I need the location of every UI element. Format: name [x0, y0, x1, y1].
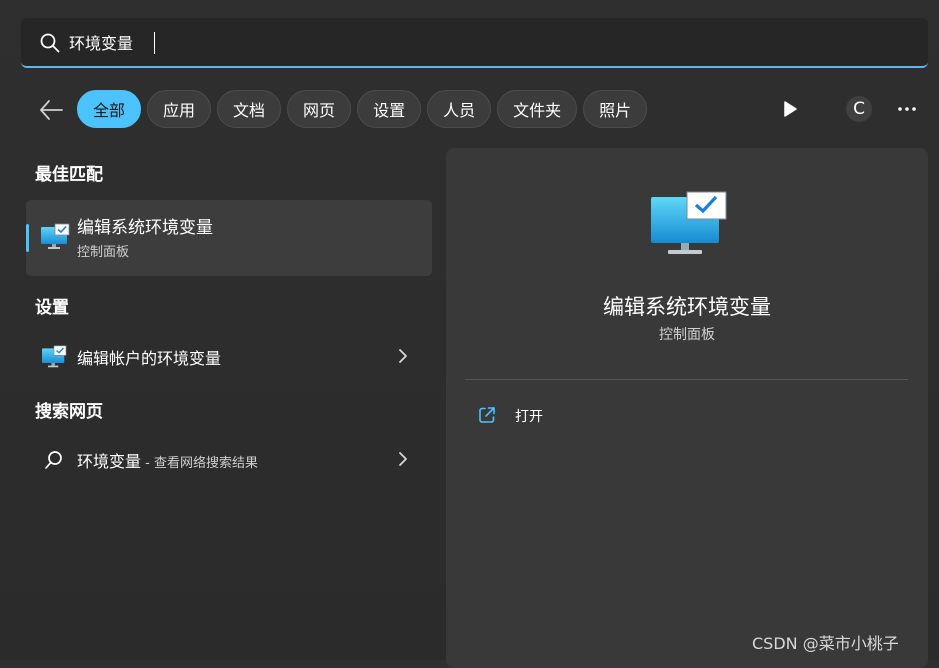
tab-all[interactable]: 全部 — [77, 90, 142, 128]
web-search-suffix: - 查看网络搜索结果 — [141, 456, 258, 471]
tab-apps[interactable]: 应用 — [147, 90, 212, 128]
detail-subtitle: 控制面板 — [659, 327, 715, 343]
best-match-title: 编辑系统环境变量 — [77, 218, 213, 238]
section-best-match: 最佳匹配 — [35, 165, 103, 185]
watermark: CSDN @菜市小桃子 — [752, 634, 899, 653]
detail-divider — [465, 379, 908, 380]
web-search-label: 环境变量 - 查看网络搜索结果 — [77, 448, 258, 472]
more-icon[interactable] — [895, 100, 919, 118]
play-icon[interactable] — [780, 99, 800, 119]
settings-result-title: 编辑帐户的环境变量 — [77, 349, 222, 368]
search-icon — [40, 33, 60, 53]
tab-web[interactable]: 网页 — [287, 90, 352, 128]
avatar[interactable]: C — [846, 96, 872, 122]
open-label: 打开 — [515, 409, 543, 425]
open-button[interactable]: 打开 — [478, 402, 678, 428]
search-input[interactable] — [69, 28, 889, 56]
chevron-right-icon — [399, 452, 407, 466]
open-external-icon — [479, 407, 495, 423]
detail-title: 编辑系统环境变量 — [603, 295, 771, 319]
search-icon — [45, 451, 62, 469]
tab-documents[interactable]: 文档 — [217, 90, 282, 128]
section-web-search: 搜索网页 — [35, 402, 103, 422]
tab-photos[interactable]: 照片 — [583, 90, 648, 128]
text-caret — [154, 32, 155, 54]
tab-folders[interactable]: 文件夹 — [497, 90, 578, 128]
best-match-item[interactable]: 编辑系统环境变量 控制面板 — [26, 200, 432, 276]
search-box[interactable] — [21, 18, 928, 68]
monitor-check-icon — [41, 223, 70, 249]
settings-result-item[interactable]: 编辑帐户的环境变量 — [26, 333, 432, 379]
web-search-item[interactable]: 环境变量 - 查看网络搜索结果 — [26, 436, 432, 482]
tab-settings[interactable]: 设置 — [357, 90, 422, 128]
web-search-query: 环境变量 — [77, 452, 142, 471]
filter-tabs: 全部 应用 文档 网页 设置 人员 文件夹 照片 — [77, 90, 648, 130]
back-arrow-icon[interactable] — [37, 96, 65, 124]
tab-people[interactable]: 人员 — [427, 90, 492, 128]
chevron-right-icon — [399, 349, 407, 363]
monitor-check-icon — [42, 345, 67, 368]
section-settings: 设置 — [35, 298, 69, 318]
detail-pane: 编辑系统环境变量 控制面板 打开 — [446, 148, 928, 668]
selection-indicator — [26, 224, 29, 252]
best-match-subtitle: 控制面板 — [77, 245, 130, 260]
monitor-check-icon — [651, 191, 727, 254]
